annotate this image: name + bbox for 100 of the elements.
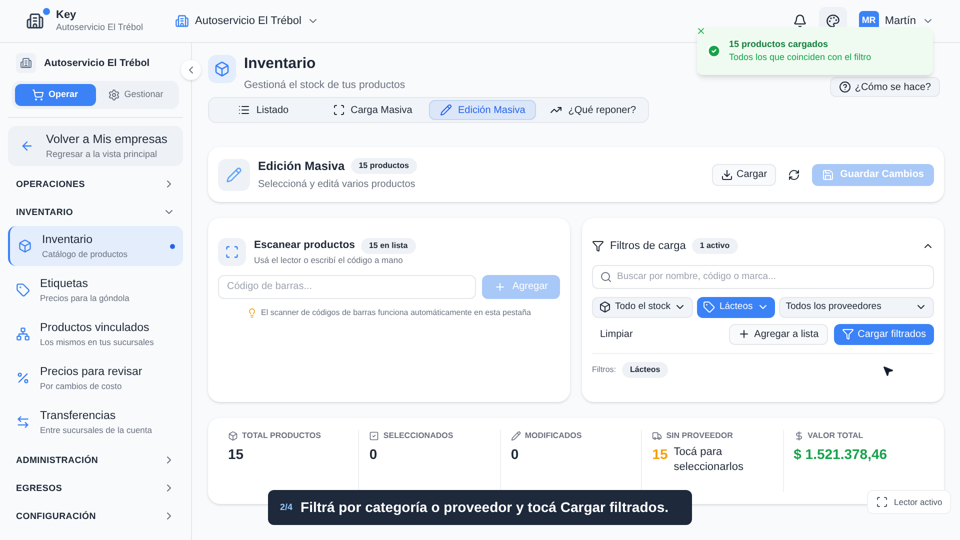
- gear-icon: [108, 89, 120, 101]
- palette-icon: [826, 14, 840, 28]
- nav-item[interactable]: Precios para revisar Por cambios de costo: [8, 358, 183, 398]
- building-icon: [175, 14, 190, 28]
- sidebar-business: Autoservicio El Trébol: [44, 56, 150, 70]
- box-icon: [18, 239, 32, 254]
- bell-icon[interactable]: [792, 14, 807, 28]
- nav-item[interactable]: Etiquetas Precios para la góndola: [8, 270, 183, 310]
- truck-icon: [652, 431, 662, 441]
- card-subtitle: Seleccioná y editá varios productos: [258, 178, 416, 192]
- filter-dropdown[interactable]: Todos los proveedores: [778, 296, 934, 318]
- box-icon: [599, 301, 611, 313]
- stat-value: 0: [369, 445, 378, 464]
- search-icon: [600, 270, 612, 282]
- filter-icon: [592, 240, 604, 252]
- stat-value: $ 1.521.378,46: [794, 445, 888, 464]
- filter-dropdown[interactable]: Todo el stock: [592, 296, 694, 318]
- trend-icon: [550, 104, 562, 116]
- section-header[interactable]: ADMINISTRACIÓN: [8, 446, 183, 474]
- add-to-list-button[interactable]: Agregar a lista: [729, 324, 828, 344]
- close-icon[interactable]: [696, 26, 706, 36]
- stat-label: VALOR TOTAL: [808, 430, 864, 442]
- stat-value: 15: [228, 445, 244, 464]
- mode-tab[interactable]: Operar: [15, 84, 96, 106]
- stat-value: 0: [510, 445, 519, 464]
- count-badge: 1 activo: [692, 238, 738, 254]
- app-name: Key: [56, 8, 78, 22]
- scan-icon: [225, 245, 239, 260]
- building-icon: [20, 57, 32, 69]
- cursor-icon: [882, 365, 894, 377]
- collapse-button[interactable]: [181, 60, 201, 80]
- scan-icon: [876, 496, 888, 508]
- count-badge: 15 productos: [350, 158, 417, 174]
- network-icon: [16, 327, 30, 342]
- lightbulb-icon: [247, 308, 258, 318]
- toast-title: 15 productos cargados: [729, 38, 830, 50]
- clear-button[interactable]: Limpiar: [592, 324, 641, 344]
- load-filtered-button[interactable]: Cargar filtrados: [834, 324, 934, 344]
- tab[interactable]: Edición Masiva: [429, 100, 536, 120]
- stat-label: TOTAL PRODUCTOS: [242, 430, 321, 442]
- card-title: Escanear productos: [254, 238, 355, 254]
- nav-item[interactable]: Transferencias Entre sucursales de la cuenta: [8, 402, 183, 442]
- page-subtitle: Gestioná el stock de tus productos: [244, 78, 406, 93]
- nav-item[interactable]: Productos vinculados Los mismos en tus sucursales: [8, 314, 183, 354]
- card-title: Edición Masiva: [258, 158, 345, 175]
- user-name: Martín: [884, 14, 916, 29]
- plus-icon: [738, 328, 750, 340]
- refresh-icon[interactable]: [788, 168, 800, 180]
- tab[interactable]: Carga Masiva: [320, 100, 425, 120]
- filter-dropdown[interactable]: Lácteos: [697, 296, 775, 318]
- reader-status-button[interactable]: Lector activo: [867, 490, 952, 514]
- pencil-icon: [510, 431, 521, 441]
- checkbox-icon: [369, 431, 380, 441]
- cart-icon: [32, 89, 44, 101]
- stat-label: MODIFICADOS: [524, 430, 582, 442]
- box-icon: [214, 61, 230, 77]
- box-icon: [228, 431, 238, 441]
- toast-message: Todos los que coinciden con el filtro: [729, 52, 872, 64]
- arrows-icon: [16, 415, 30, 430]
- tab[interactable]: Listado: [211, 100, 316, 120]
- stat-label: SIN PROVEEDOR: [666, 430, 733, 442]
- scan-icon: [332, 104, 345, 116]
- filter-icon: [842, 328, 854, 340]
- step-counter: 2/4: [280, 500, 293, 514]
- barcode-field[interactable]: Código de barras...: [218, 274, 476, 299]
- page-title: Inventario: [244, 55, 317, 74]
- tour-text: Filtrá por categoría o proveedor y tocá Cargar filtrados.: [300, 498, 668, 517]
- tag-icon: [16, 283, 30, 298]
- download-icon: [720, 168, 732, 180]
- pencil-icon: [440, 104, 452, 116]
- card-subtitle: Usá el lector o escribí el código a mano: [254, 254, 404, 267]
- percent-icon: [16, 371, 30, 386]
- filters-label: Filtros:: [592, 364, 616, 376]
- filter-chip: Lácteos: [622, 362, 668, 378]
- nav-item[interactable]: Inventario Catálogo de productos: [8, 226, 183, 266]
- section-header[interactable]: EGRESOS: [8, 474, 183, 502]
- save-icon: [822, 168, 834, 180]
- stat-note: Tocá para seleccionarlos: [674, 445, 744, 475]
- section-header[interactable]: INVENTARIO: [8, 198, 183, 226]
- check-icon: [707, 44, 721, 58]
- section-header[interactable]: CONFIGURACIÓN: [8, 502, 183, 530]
- card-title: Filtros de carga: [610, 239, 686, 254]
- plus-icon: [494, 280, 506, 293]
- stat-label: SELECCIONADOS: [383, 430, 454, 442]
- help-icon: [838, 81, 851, 93]
- search-field[interactable]: Buscar por nombre, código o marca...: [592, 264, 934, 288]
- help-button[interactable]: ¿Cómo se hace?: [830, 77, 940, 97]
- logo-icon: [26, 12, 44, 30]
- back-link[interactable]: Volver a Mis empresas Regresar a la vista principal: [8, 126, 183, 166]
- business-name: Autoservicio El Trébol: [56, 22, 144, 34]
- dollar-icon: [794, 431, 804, 441]
- mode-tab[interactable]: Gestionar: [96, 84, 176, 106]
- section-header[interactable]: OPERACIONES: [8, 170, 183, 198]
- load-button[interactable]: Cargar: [712, 164, 776, 186]
- pencil-icon: [226, 166, 242, 182]
- business-selector[interactable]: Autoservicio El Trébol: [175, 12, 320, 30]
- scanner-hint: El scanner de códigos de barras funciona automáticamente en esta pestaña: [261, 306, 531, 319]
- tab[interactable]: ¿Qué reponer?: [540, 100, 646, 120]
- count-badge: 15 en lista: [360, 238, 416, 254]
- stat-value: 15: [652, 445, 668, 464]
